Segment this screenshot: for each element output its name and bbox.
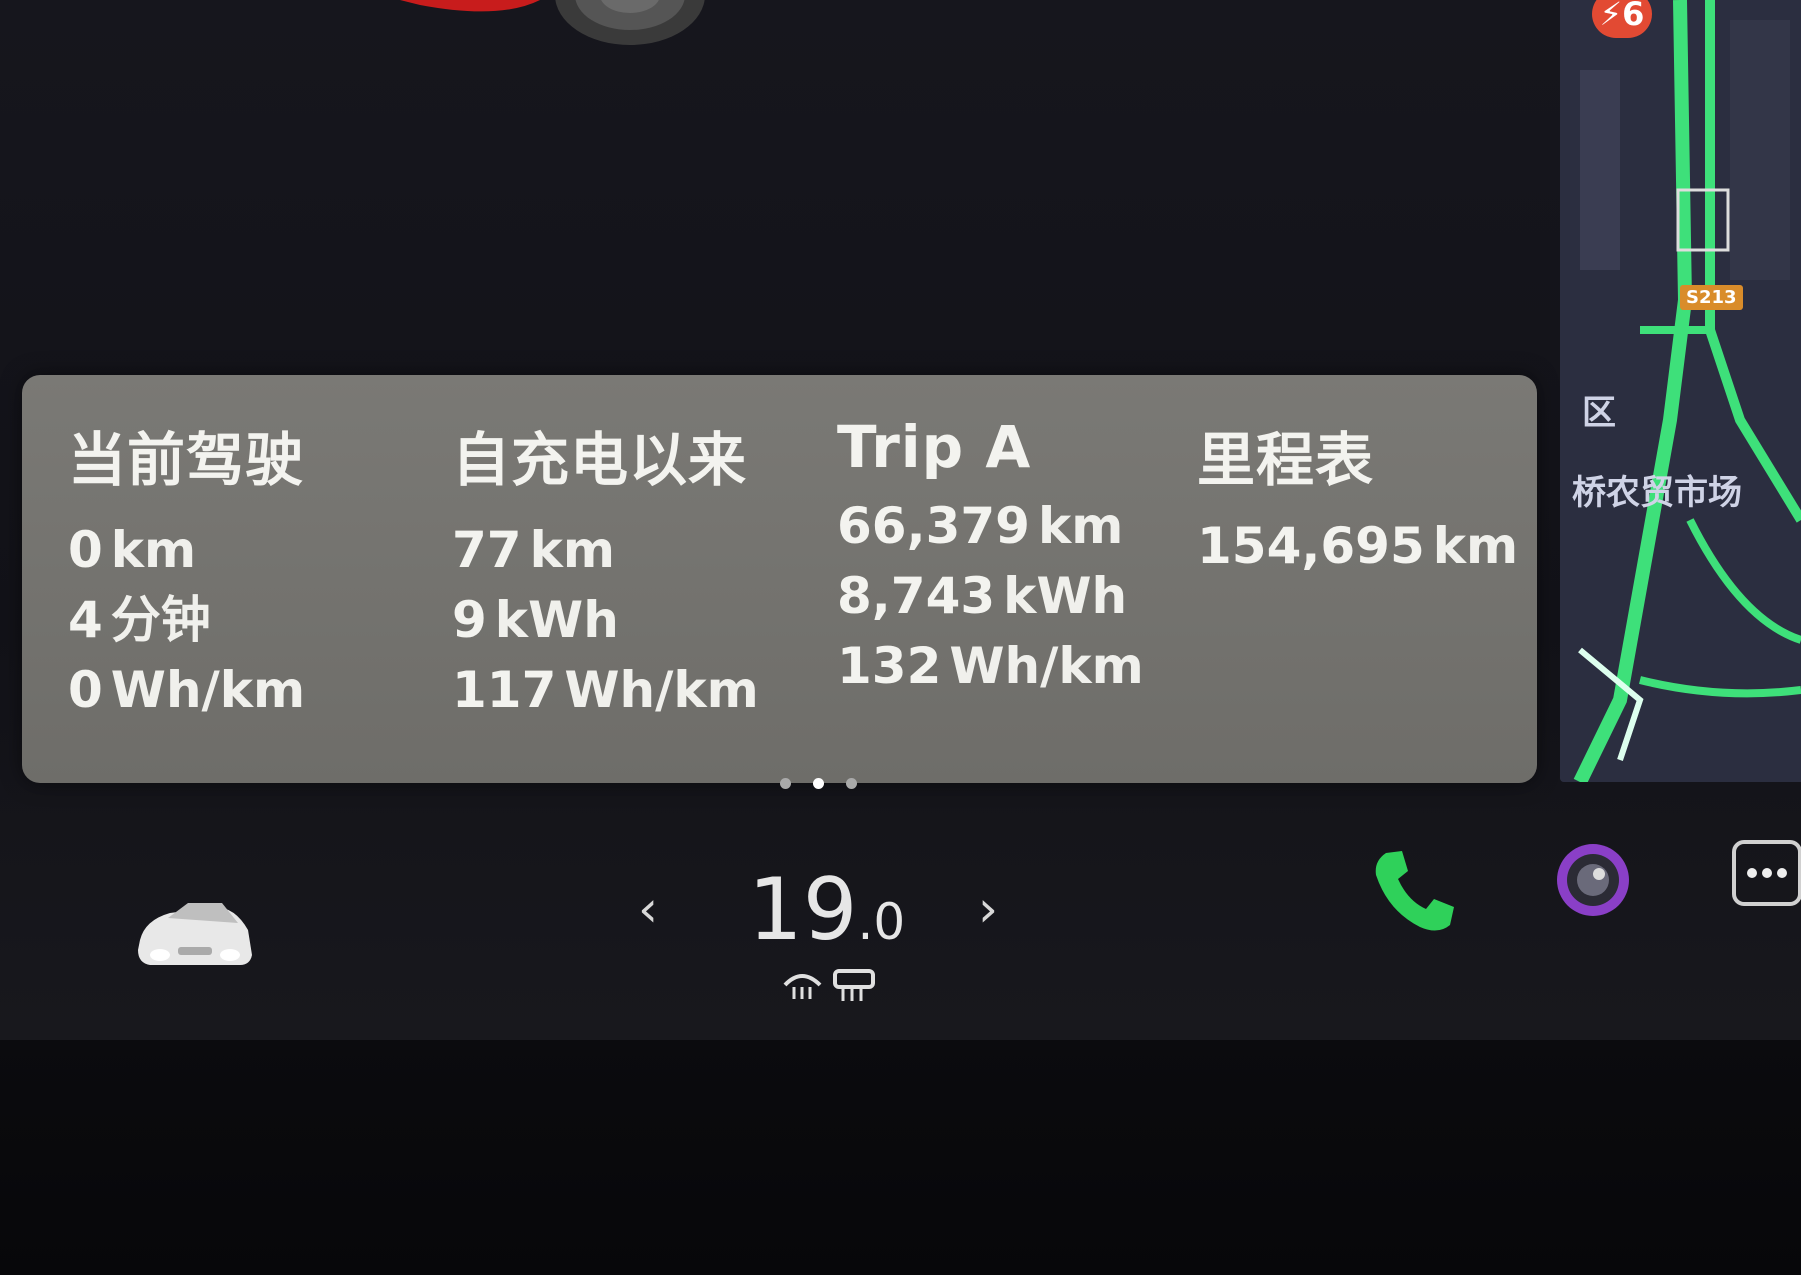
stat-row: 77 km (452, 521, 615, 579)
road-badge: S213 (1680, 285, 1743, 310)
column-title: 自充电以来 (452, 426, 748, 494)
trip-column-trip-a: Trip A 66,379 km 8,743 kWh 132 Wh/km (837, 413, 1144, 701)
map-label: 区 (1582, 393, 1616, 433)
phone-icon[interactable] (1368, 845, 1458, 935)
temperature-decimal: .0 (857, 893, 906, 951)
page-dot[interactable] (780, 778, 791, 789)
camera-icon[interactable] (1553, 840, 1633, 920)
map-label: 桥农贸市场 (1572, 473, 1742, 513)
more-icon[interactable] (1730, 838, 1801, 908)
temp-up-button[interactable]: › (978, 880, 998, 938)
car-model-render (400, 0, 705, 45)
trip-column-since-charge: 自充电以来 77 km 9 kWh 117 Wh/km (452, 413, 759, 725)
temperature-display[interactable]: 19.0 (748, 860, 905, 960)
stat-row: 0 Wh/km (68, 661, 306, 719)
temp-down-button[interactable]: ‹ (638, 880, 658, 938)
column-title: 里程表 (1197, 426, 1375, 494)
stat-row: 0 km (68, 521, 197, 579)
alert-badge[interactable]: ⚡6 (1592, 0, 1652, 38)
car-icon[interactable] (130, 885, 260, 975)
stat-row: 4 分钟 (68, 591, 211, 649)
column-title: Trip A (837, 413, 1032, 481)
column-title: 当前驾驶 (68, 426, 305, 494)
trip-column-odometer: 里程表 154,695 km (1197, 413, 1518, 581)
temperature-whole: 19 (748, 860, 858, 960)
stat-row: 117 Wh/km (452, 661, 759, 719)
stat-row: 8,743 kWh (837, 567, 1128, 625)
navigation-map[interactable]: ⚡6 S213 区 桥农贸市场 (1560, 0, 1801, 782)
screen-bezel (0, 1040, 1801, 1275)
stat-row: 66,379 km (837, 497, 1124, 555)
defrost-front-icon[interactable] (783, 974, 822, 999)
page-dot[interactable] (846, 778, 857, 789)
stat-row: 9 kWh (452, 591, 619, 649)
defrost-controls[interactable] (780, 965, 880, 1005)
trip-stats-card[interactable]: 当前驾驶 0 km 4 分钟 0 Wh/km 自充电以来 77 km 9 kWh 117 W… (22, 375, 1537, 783)
stat-row: 154,695 km (1197, 517, 1519, 575)
touchscreen: 当前驾驶 0 km 4 分钟 0 Wh/km 自充电以来 77 km 9 kWh 117 W… (0, 0, 1801, 1040)
page-indicator[interactable] (780, 778, 870, 798)
bolt-icon: ⚡ (1599, 0, 1623, 33)
trip-column-current-drive: 当前驾驶 0 km 4 分钟 0 Wh/km (68, 413, 305, 725)
defrost-rear-icon[interactable] (833, 969, 875, 1001)
stat-row: 132 Wh/km (837, 637, 1144, 695)
page-dot-active[interactable] (813, 778, 824, 789)
